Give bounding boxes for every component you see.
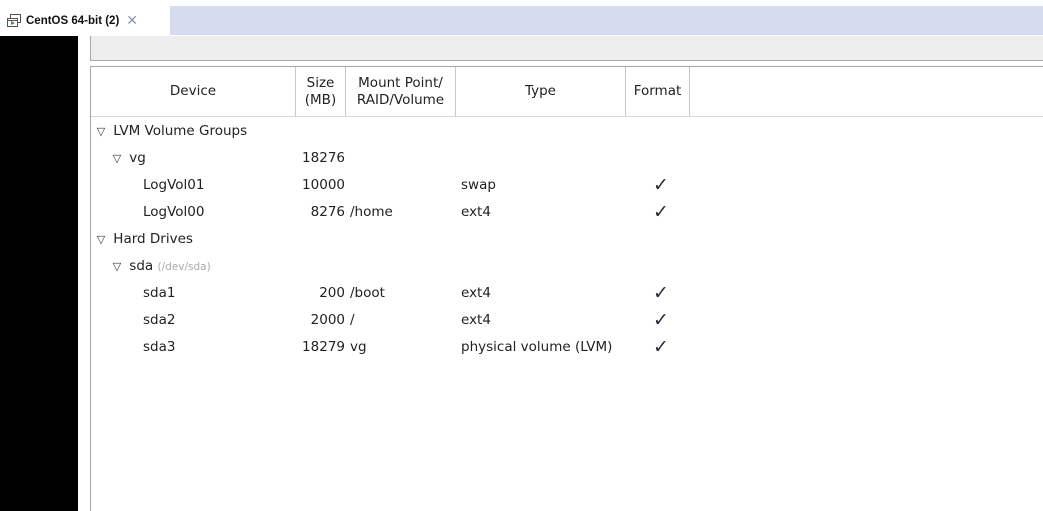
device-cell: sda2 [143,307,175,334]
table-body: ▽ LVM Volume Groups ▽ vg 18276 LogVol01 1000… [91,118,1043,361]
size-cell: 18279 [302,339,345,355]
mount-point-cell: /home [350,204,393,220]
device-path: (/dev/sda) [157,261,211,273]
column-header-type-label: Type [524,83,556,99]
size-cell: 8276 [310,204,345,220]
mount-point-cell: / [350,312,355,328]
close-icon[interactable]: ✕ [126,14,138,28]
device-name: vg [129,150,146,166]
device-cell: sda1 [143,280,175,307]
size-cell: 10000 [302,177,345,193]
format-cell: ✓ [631,199,691,226]
installer-toolbar-strip [90,36,1043,61]
format-check-icon: ✓ [653,201,669,223]
vm-console-icon [6,13,22,29]
table-row[interactable]: sda2 2000 / ext4 ✓ [91,307,1043,334]
table-row[interactable]: sda3 18279 vg physical volume (LVM) ✓ [91,334,1043,361]
type-cell: swap [461,177,496,193]
device-name: Hard Drives [113,231,193,247]
format-cell: ✓ [631,307,691,334]
format-cell: ✓ [631,172,691,199]
format-check-icon: ✓ [653,174,669,196]
table-header: Device Size (MB) Mount Point/ RAID/Volum… [91,67,1043,117]
device-name: sda2 [143,312,176,328]
column-header-format-label: Format [633,83,682,99]
partition-table: Device Size (MB) Mount Point/ RAID/Volum… [90,66,1043,511]
table-row[interactable]: ▽ LVM Volume Groups [91,118,1043,145]
expander-triangle-icon[interactable]: ▽ [93,226,109,253]
table-row[interactable]: ▽ sda (/dev/sda) [91,253,1043,280]
expander-triangle-icon[interactable]: ▽ [109,253,125,280]
size-cell: 200 [319,285,345,301]
column-header-format[interactable]: Format [626,67,690,116]
device-cell: ▽ vg [109,145,146,172]
type-cell: ext4 [461,285,491,301]
format-check-icon: ✓ [653,309,669,331]
format-check-icon: ✓ [653,282,669,304]
device-name: LVM Volume Groups [113,123,248,139]
type-cell: physical volume (LVM) [461,339,613,355]
column-header-size-label: Size (MB) [304,74,337,108]
size-cell [289,118,345,145]
column-header-mount[interactable]: Mount Point/ RAID/Volume [346,67,456,116]
size-cell [289,226,345,253]
table-row[interactable]: ▽ Hard Drives [91,226,1043,253]
device-name: sda3 [143,339,176,355]
format-cell: ✓ [631,280,691,307]
size-cell: 2000 [310,312,345,328]
mount-point-cell: vg [350,339,367,355]
table-row[interactable]: ▽ vg 18276 [91,145,1043,172]
type-cell: ext4 [461,312,491,328]
tab-strip-background [170,6,1043,35]
column-header-device-label: Device [169,83,217,99]
expander-triangle-icon[interactable]: ▽ [109,145,125,172]
column-header-mount-label: Mount Point/ RAID/Volume [356,74,445,108]
table-row[interactable]: sda1 200/boot ext4 ✓ [91,280,1043,307]
size-cell: 18276 [302,150,345,166]
column-header-size[interactable]: Size (MB) [296,67,346,116]
device-cell: sda3 [143,334,175,361]
device-cell: ▽ sda (/dev/sda) [109,253,211,280]
column-header-device[interactable]: Device [91,67,296,116]
format-cell: ✓ [631,334,691,361]
type-cell: ext4 [461,204,491,220]
device-cell: LogVol01 [143,172,205,199]
device-cell: LogVol00 [143,199,205,226]
expander-triangle-icon[interactable]: ▽ [93,118,109,145]
device-name: sda [129,258,154,274]
table-row[interactable]: LogVol01 10000 swap ✓ [91,172,1043,199]
device-name: sda1 [143,285,176,301]
mount-point-cell: /boot [350,285,385,301]
device-name: LogVol00 [143,204,205,220]
tab-title: CentOS 64-bit (2) [26,14,120,27]
column-header-type[interactable]: Type [456,67,626,116]
guest-black-border [0,36,78,511]
vm-tab[interactable]: CentOS 64-bit (2) ✕ [6,6,170,35]
device-name: LogVol01 [143,177,205,193]
size-cell [289,253,345,280]
vm-tab-bar: CentOS 64-bit (2) ✕ [0,0,1043,36]
table-row[interactable]: LogVol00 8276/home ext4 ✓ [91,199,1043,226]
device-cell: ▽ Hard Drives [93,226,193,253]
device-cell: ▽ LVM Volume Groups [93,118,247,145]
format-check-icon: ✓ [653,336,669,358]
